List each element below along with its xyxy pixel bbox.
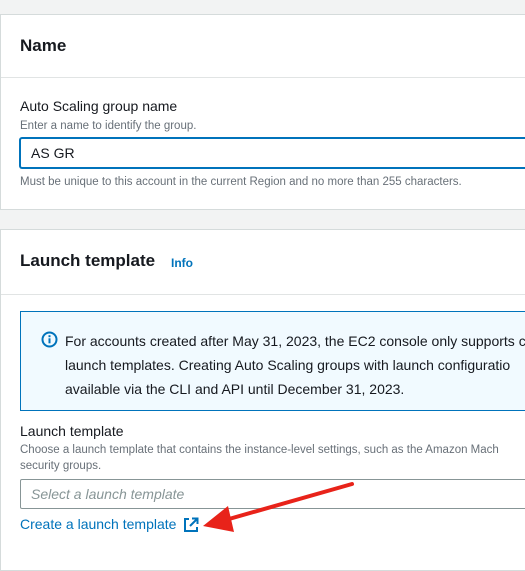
arrow-shaft [220, 482, 354, 523]
red-arrow-annotation [203, 482, 354, 532]
arrow-head [203, 506, 234, 532]
